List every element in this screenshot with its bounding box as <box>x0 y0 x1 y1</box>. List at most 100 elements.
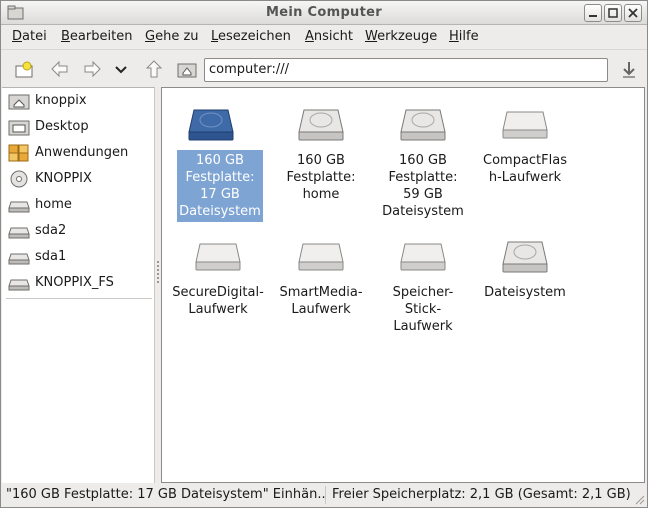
new-folder-button[interactable] <box>10 57 36 81</box>
toolbar: computer:/// <box>1 49 647 87</box>
menu-bearbeiten[interactable]: Bearbeiten <box>61 29 132 44</box>
menu-gehe-zu[interactable]: Gehe zu <box>145 29 199 44</box>
menu-werkzeuge[interactable]: Werkzeuge <box>365 29 437 44</box>
drive-item-dateisystem[interactable]: Dateisystem <box>477 238 573 308</box>
new-folder-icon <box>15 61 33 78</box>
menu-mnemonic: L <box>211 29 219 44</box>
forward-button[interactable] <box>79 57 105 81</box>
drive-item-17gb[interactable]: 160 GB Festplatte: 17 GB Dateisystem <box>163 106 263 222</box>
home-button[interactable] <box>173 57 199 81</box>
drive-item-label: Dateisystem <box>484 285 566 300</box>
drive-icon <box>8 201 30 213</box>
drive-item-label: CompactFlas h-Laufwerk <box>483 153 567 185</box>
drive-item-home[interactable]: 160 GB Festplatte: home <box>273 106 369 206</box>
menu-mnemonic: B <box>61 29 70 44</box>
menu-mnemonic: W <box>365 29 378 44</box>
sidebar-item-label: KNOPPIX_FS <box>35 275 114 290</box>
sidebar-item-desktop[interactable]: Desktop <box>6 116 154 138</box>
icon-view: 160 GB Festplatte: 17 GB Dateisystem 160… <box>161 87 645 483</box>
harddisk-icon <box>298 109 344 141</box>
sidebar-item-home[interactable]: home <box>6 194 154 216</box>
sidebar-item-anwendungen[interactable]: Anwendungen <box>6 142 154 164</box>
status-free-space: Freier Speicherplatz: 2,1 GB (Gesamt: 2,… <box>332 487 631 502</box>
menu-label: ehe zu <box>155 29 199 44</box>
minimize-button[interactable] <box>584 4 602 22</box>
desktop-icon <box>8 120 30 136</box>
sidebar-item-sda2[interactable]: sda2 <box>6 220 154 242</box>
menu-label: atei <box>22 29 47 44</box>
menu-label: esezeichen <box>218 29 291 44</box>
sidebar-item-sda1[interactable]: sda1 <box>6 246 154 268</box>
removable-drive-icon <box>195 243 241 271</box>
sidebar-item-label: knoppix <box>35 93 87 108</box>
home-icon <box>177 63 197 78</box>
menu-datei[interactable]: Datei <box>12 29 47 44</box>
status-selection-text: "160 GB Festplatte: 17 GB Dateisystem" E… <box>6 487 326 502</box>
chevron-down-icon <box>115 66 127 74</box>
title-bar[interactable]: Mein Computer <box>1 1 647 25</box>
harddisk-icon <box>400 109 446 141</box>
drive-item-label: SmartMedia- Laufwerk <box>279 285 363 317</box>
close-icon <box>628 8 638 18</box>
menu-mnemonic: H <box>449 29 459 44</box>
sidebar-item-label: Desktop <box>35 119 89 134</box>
pane-resize-handle[interactable] <box>156 261 160 285</box>
cdrom-icon <box>10 170 28 188</box>
harddisk-icon <box>502 241 548 273</box>
menu-bar: Datei Bearbeiten Gehe zu Lesezeichen Ans… <box>1 25 647 49</box>
sidebar-item-label: sda1 <box>35 249 67 264</box>
menu-mnemonic: D <box>12 29 23 44</box>
drive-item-speicherstick[interactable]: Speicher- Stick- Laufwerk <box>375 238 471 334</box>
minimize-icon <box>589 15 597 17</box>
sidebar-item-label: home <box>35 197 72 212</box>
resize-grip-icon[interactable] <box>633 493 645 505</box>
window-title: Mein Computer <box>266 5 382 20</box>
up-button[interactable] <box>140 57 166 81</box>
drive-item-59gb[interactable]: 160 GB Festplatte: 59 GB Dateisystem <box>375 106 471 219</box>
status-bar: "160 GB Festplatte: 17 GB Dateisystem" E… <box>1 483 647 507</box>
sidebar-divider <box>6 298 152 299</box>
go-button[interactable] <box>615 57 641 81</box>
menu-ansicht[interactable]: Ansicht <box>305 29 353 44</box>
close-button[interactable] <box>624 4 642 22</box>
home-folder-icon <box>8 94 30 110</box>
harddisk-icon <box>188 109 234 141</box>
maximize-icon <box>608 8 618 18</box>
drive-item-label: Speicher- Stick- Laufwerk <box>392 285 454 334</box>
drive-item-compactflash[interactable]: CompactFlas h-Laufwerk <box>477 106 573 186</box>
menu-mnemonic: G <box>145 29 156 44</box>
drive-icon <box>8 253 30 265</box>
drive-icon <box>8 279 30 291</box>
menu-lesezeichen[interactable]: Lesezeichen <box>211 29 291 44</box>
drive-icon <box>8 227 30 239</box>
drive-item-securedigital[interactable]: SecureDigital- Laufwerk <box>170 238 266 318</box>
drive-item-label: SecureDigital- Laufwerk <box>172 285 264 317</box>
menu-label: ilfe <box>458 29 479 44</box>
sidebar-item-knoppix-fs[interactable]: KNOPPIX_FS <box>6 272 154 294</box>
removable-drive-icon <box>400 243 446 271</box>
back-button[interactable] <box>45 57 71 81</box>
places-sidebar: knoppix Desktop Anwendungen KNOPPIX home… <box>2 87 155 483</box>
menu-hilfe[interactable]: Hilfe <box>449 29 479 44</box>
drive-item-smartmedia[interactable]: SmartMedia- Laufwerk <box>273 238 369 318</box>
applications-icon <box>8 144 29 162</box>
maximize-button[interactable] <box>604 4 622 22</box>
location-input[interactable]: computer:/// <box>204 58 608 82</box>
forward-icon <box>84 60 101 78</box>
go-icon <box>623 62 635 78</box>
sidebar-item-cdrom[interactable]: KNOPPIX <box>6 168 154 190</box>
removable-drive-icon <box>502 111 548 139</box>
back-icon <box>51 60 68 78</box>
history-dropdown-button[interactable] <box>111 57 131 81</box>
menu-mnemonic: A <box>305 29 314 44</box>
drive-item-label: 160 GB Festplatte: 59 GB Dateisystem <box>382 153 464 219</box>
sidebar-item-label: KNOPPIX <box>35 171 92 186</box>
menu-label: earbeiten <box>69 29 133 44</box>
sidebar-item-knoppix[interactable]: knoppix <box>6 90 154 112</box>
menu-label: erkzeuge <box>377 29 438 44</box>
menu-label: nsicht <box>313 29 354 44</box>
sidebar-item-label: Anwendungen <box>35 145 129 160</box>
drive-item-label: 160 GB Festplatte: 17 GB Dateisystem <box>177 150 263 222</box>
sidebar-item-label: sda2 <box>35 223 67 238</box>
status-divider <box>325 486 326 504</box>
